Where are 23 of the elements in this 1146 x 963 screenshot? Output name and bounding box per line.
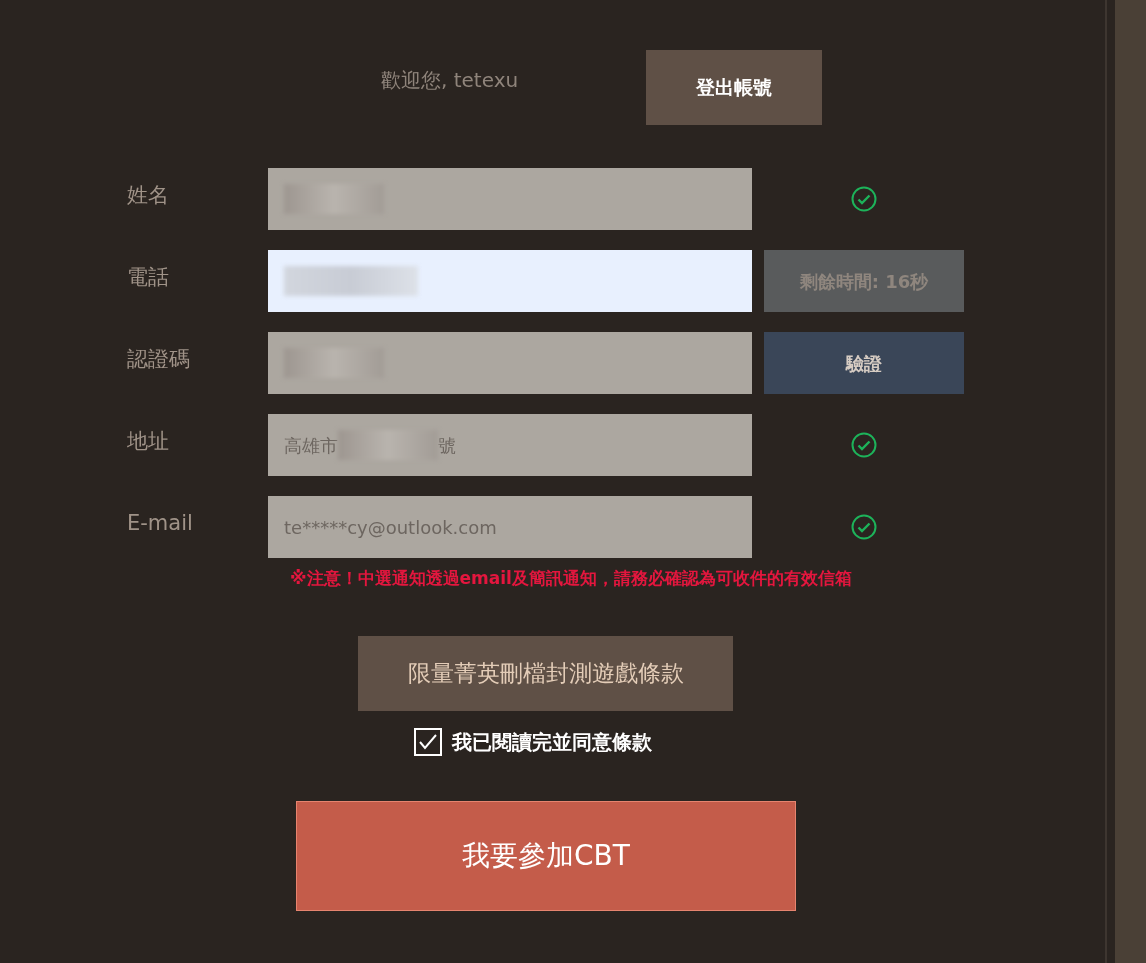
check-icon <box>851 514 877 540</box>
field-value: 高雄市 <box>284 433 338 458</box>
field-label: E-mail <box>126 510 194 537</box>
greeting-text: 歡迎您, tetexu <box>381 67 520 94</box>
checkbox[interactable] <box>414 727 442 756</box>
notice-text: ※注意！中選通知透過email及簡訊通知，請務必確認為可收件的有效信箱 <box>290 567 853 590</box>
input-field[interactable] <box>268 168 752 230</box>
check-icon <box>851 432 877 458</box>
field-label: 電話 <box>126 264 170 291</box>
checkmark-icon <box>418 732 438 751</box>
terms-button[interactable]: 限量菁英刪檔封測遊戲條款 <box>358 635 733 711</box>
field-label: 認證碼 <box>126 346 191 373</box>
logout-button[interactable]: 登出帳號 <box>646 50 822 125</box>
join-button[interactable]: 我要參加CBT <box>296 800 796 911</box>
agree-label: 我已閱讀完並同意條款 <box>452 728 652 756</box>
field-value: 號 <box>438 433 456 458</box>
field-value: te*****cy@outlook.com <box>284 515 497 540</box>
check-icon <box>851 186 877 212</box>
field-label: 姓名 <box>126 182 170 209</box>
verify-button[interactable]: 驗證 <box>764 332 964 394</box>
input-field[interactable] <box>268 250 752 312</box>
field-label: 地址 <box>126 428 170 455</box>
input-field[interactable] <box>268 332 752 394</box>
